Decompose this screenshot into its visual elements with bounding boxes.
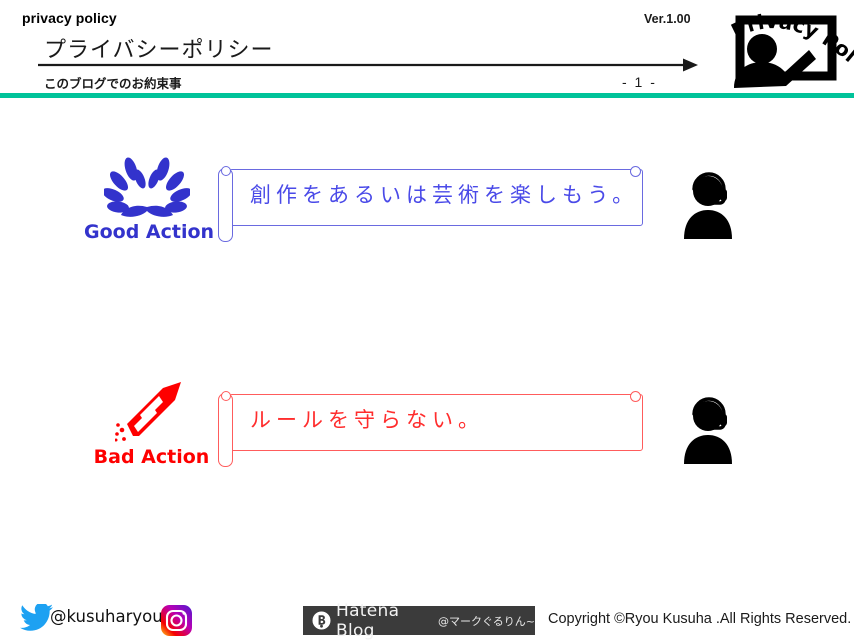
scroll-curl-top-right-icon <box>630 166 641 177</box>
good-action-message: 創作をあるいは芸術を楽しもう。 <box>250 183 639 207</box>
good-action-label: Good Action <box>84 221 215 243</box>
good-action-row: Good Action 創作をあるいは芸術を楽しもう。 <box>0 145 854 270</box>
copyright-text: Copyright ©Ryou Kusuha .All Rights Reser… <box>548 611 852 627</box>
right-arrow-icon <box>38 58 698 72</box>
twitter-handle[interactable]: @kusuharyou <box>50 607 163 626</box>
scroll-roll <box>218 393 233 467</box>
scroll-roll <box>218 168 233 242</box>
hatena-blog-badge[interactable]: Hatena Blog @マークぐるりん~ <box>303 601 535 641</box>
firework-rocket-icon <box>89 378 214 444</box>
twitter-bird-icon[interactable] <box>20 604 53 632</box>
header-eyebrow: privacy policy <box>22 10 117 26</box>
good-action-scroll: 創作をあるいは芸術を楽しもう。 <box>218 165 643 242</box>
bad-action-row: Bad Action ルールを守らない。 <box>0 370 854 495</box>
page-number: - 1 - <box>622 74 657 90</box>
bad-action-scroll: ルールを守らない。 <box>218 390 643 467</box>
header-subtitle: このブログでのお約束事 <box>44 76 182 91</box>
hatena-b-mark-icon <box>312 611 331 630</box>
scroll-curl-top-right-icon <box>630 391 641 402</box>
privacy-policy-presenter-icon: Privacy Policy <box>714 4 854 88</box>
person-with-headset-icon <box>684 397 732 464</box>
instagram-camera-icon[interactable] <box>161 605 192 636</box>
scroll-curl-top-left-icon <box>221 391 231 401</box>
good-action-badge: Good Action <box>84 153 215 258</box>
scroll-curl-top-left-icon <box>221 166 231 176</box>
bad-action-label: Bad Action <box>93 446 210 468</box>
hatena-account-name: @マークぐるりん~ <box>438 614 535 628</box>
bad-action-badge: Bad Action <box>89 378 214 483</box>
bad-action-message: ルールを守らない。 <box>250 408 484 432</box>
hatena-blog-label: Hatena Blog <box>336 600 400 641</box>
page-header: privacy policy プライバシーポリシー このブログでのお約束事 Ve… <box>0 0 854 98</box>
person-with-headset-icon <box>684 172 732 239</box>
version-label: Ver.1.00 <box>644 12 691 26</box>
laurel-wreath-icon <box>84 153 209 219</box>
header-divider <box>0 93 854 98</box>
